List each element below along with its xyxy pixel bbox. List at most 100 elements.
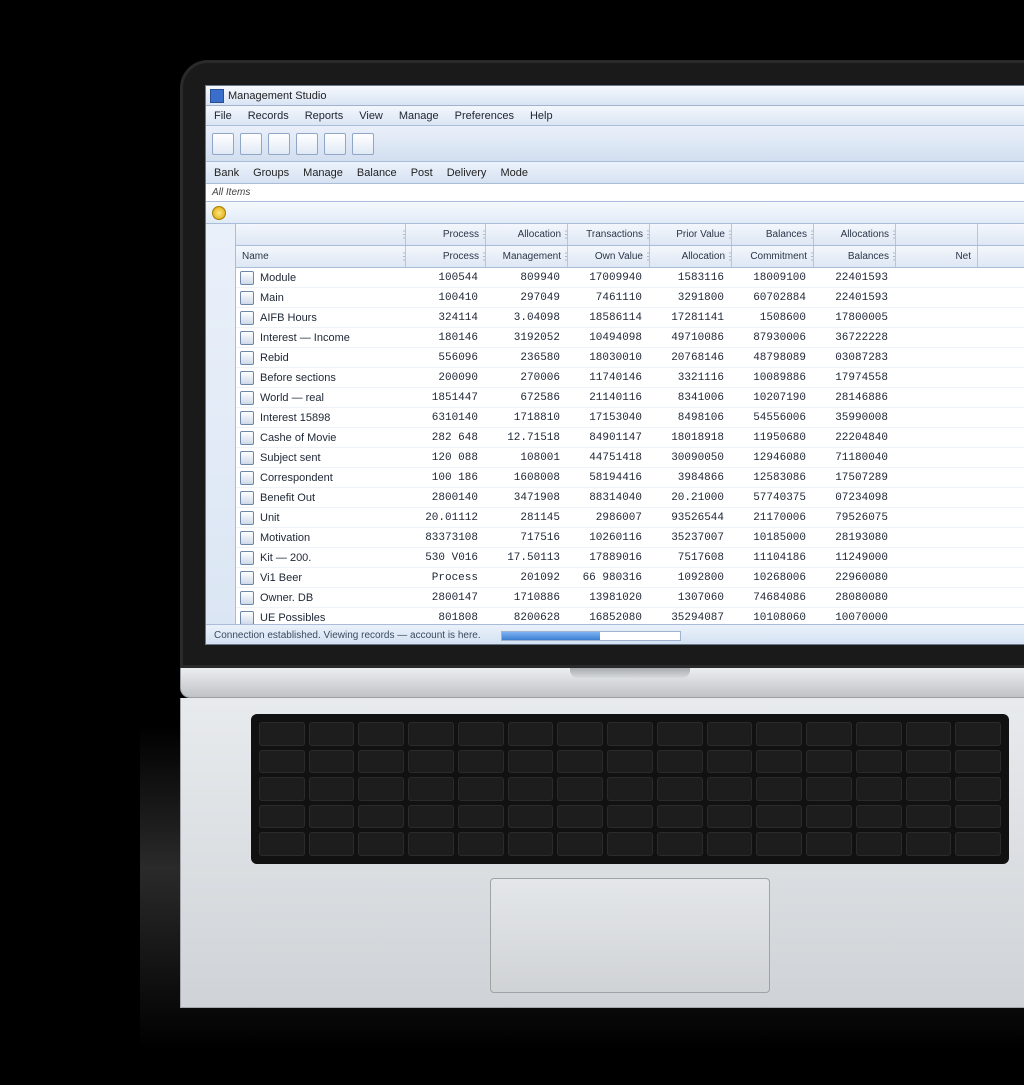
grid-header-upper: ⋮ Process⋮ Allocation⋮ Transactions⋮ Pri… — [236, 224, 1024, 246]
row-name: Module — [260, 272, 296, 284]
toolbar-icon-5[interactable] — [324, 133, 346, 155]
row-icon — [240, 511, 254, 525]
progress-bar — [501, 631, 681, 641]
menu-records[interactable]: Records — [248, 110, 289, 122]
cell-value: 16852080 — [568, 612, 650, 624]
table-row[interactable]: Unit20.011122811452986007935265442117000… — [236, 508, 1024, 528]
cell-value: 1092800 — [650, 572, 732, 584]
row-name: Cashe of Movie — [260, 432, 336, 444]
row-icon — [240, 411, 254, 425]
menu-manage[interactable]: Manage — [399, 110, 439, 122]
table-row[interactable]: Cashe of Movie282 64812.7151884901147180… — [236, 428, 1024, 448]
table-row[interactable]: Interest — Income18014631920521049409849… — [236, 328, 1024, 348]
toolbar-icon-1[interactable] — [212, 133, 234, 155]
row-name: AIFB Hours — [260, 312, 317, 324]
side-tree[interactable] — [206, 224, 236, 624]
menu-preferences[interactable]: Preferences — [455, 110, 514, 122]
table-row[interactable]: Subject sent120 088108001447514183009005… — [236, 448, 1024, 468]
cell-value: 07234098 — [814, 492, 896, 504]
table-row[interactable]: Owner. DB2800147171088613981020130706074… — [236, 588, 1024, 608]
cell-value: 1718810 — [486, 412, 568, 424]
col-commitment[interactable]: Commitment⋮ — [732, 246, 814, 267]
row-name: Kit — 200. — [260, 552, 311, 564]
col-own-value[interactable]: Own Value⋮ — [568, 246, 650, 267]
secondary-toolbar: Bank Groups Manage Balance Post Delivery… — [206, 162, 1024, 184]
tb2-balance[interactable]: Balance — [357, 167, 397, 179]
col-management[interactable]: Management⋮ — [486, 246, 568, 267]
table-row[interactable]: Interest 1589863101401718810171530408498… — [236, 408, 1024, 428]
title-bar[interactable]: Management Studio — [206, 86, 1024, 106]
cell-value: 7517608 — [650, 552, 732, 564]
toolbar-icon-6[interactable] — [352, 133, 374, 155]
toolbar-icon-4[interactable] — [296, 133, 318, 155]
cell-value: 21170006 — [732, 512, 814, 524]
table-row[interactable]: UE Possibles8018088200628168520803529408… — [236, 608, 1024, 624]
cell-value: 10268006 — [732, 572, 814, 584]
cell-value: 1608008 — [486, 472, 568, 484]
table-row[interactable]: Correspondent100 18616080085819441639848… — [236, 468, 1024, 488]
menu-view[interactable]: View — [359, 110, 383, 122]
row-icon — [240, 371, 254, 385]
cell-value: 79526075 — [814, 512, 896, 524]
table-row[interactable]: Module1005448099401700994015831161800910… — [236, 268, 1024, 288]
tb2-manage[interactable]: Manage — [303, 167, 343, 179]
table-row[interactable]: Motivation833731087175161026011635237007… — [236, 528, 1024, 548]
cell-value: 1710886 — [486, 592, 568, 604]
row-name: Interest 15898 — [260, 412, 330, 424]
table-row[interactable]: Vi1 BeerProcess20109266 9803161092800102… — [236, 568, 1024, 588]
col-process[interactable]: Process⋮ — [406, 246, 486, 267]
row-icon — [240, 491, 254, 505]
cell-value: 297049 — [486, 292, 568, 304]
group-header — [206, 202, 1024, 224]
cell-value: 1508600 — [732, 312, 814, 324]
tb2-groups[interactable]: Groups — [253, 167, 289, 179]
col-allocation[interactable]: Allocation⋮ — [650, 246, 732, 267]
table-row[interactable]: AIFB Hours3241143.0409818586114172811411… — [236, 308, 1024, 328]
table-row[interactable]: Before sections2000902700061174014633211… — [236, 368, 1024, 388]
row-icon — [240, 471, 254, 485]
cell-value: 18009100 — [732, 272, 814, 284]
cell-value: 100544 — [406, 272, 486, 284]
table-row[interactable]: Rebid55609623658018030010207681464879808… — [236, 348, 1024, 368]
cell-value: 60702884 — [732, 292, 814, 304]
table-row[interactable]: Kit — 200.530 V01617.5011317889016751760… — [236, 548, 1024, 568]
row-name: Benefit Out — [260, 492, 315, 504]
table-row[interactable]: World — real1851447672586211401168341006… — [236, 388, 1024, 408]
trackpad — [490, 878, 770, 993]
cell-value: 49710086 — [650, 332, 732, 344]
cell-value: 6310140 — [406, 412, 486, 424]
row-name: Vi1 Beer — [260, 572, 302, 584]
row-name: Interest — Income — [260, 332, 350, 344]
cell-value: 10494098 — [568, 332, 650, 344]
tb2-post[interactable]: Post — [411, 167, 433, 179]
col-name[interactable]: Name⋮ — [236, 246, 406, 267]
menu-reports[interactable]: Reports — [305, 110, 344, 122]
cell-value: 3291800 — [650, 292, 732, 304]
cell-value: 672586 — [486, 392, 568, 404]
cell-value: 10260116 — [568, 532, 650, 544]
cell-value: 1307060 — [650, 592, 732, 604]
tb2-mode[interactable]: Mode — [500, 167, 528, 179]
toolbar-icon-2[interactable] — [240, 133, 262, 155]
col-net[interactable]: Net — [896, 246, 978, 267]
row-icon — [240, 571, 254, 585]
cell-value: 2800140 — [406, 492, 486, 504]
toolbar-icon-3[interactable] — [268, 133, 290, 155]
table-row[interactable]: Benefit Out280014034719088831404020.2100… — [236, 488, 1024, 508]
row-icon — [240, 451, 254, 465]
cell-value: 200090 — [406, 372, 486, 384]
cell-value: 11249000 — [814, 552, 896, 564]
cell-value: 44751418 — [568, 452, 650, 464]
row-icon — [240, 311, 254, 325]
table-row[interactable]: Main100410297049746111032918006070288422… — [236, 288, 1024, 308]
cell-value: 3.04098 — [486, 312, 568, 324]
tb2-delivery[interactable]: Delivery — [447, 167, 487, 179]
row-icon — [240, 431, 254, 445]
cell-value: 66 980316 — [568, 572, 650, 584]
cell-value: 93526544 — [650, 512, 732, 524]
col-balances[interactable]: Balances⋮ — [814, 246, 896, 267]
tb2-bank[interactable]: Bank — [214, 167, 239, 179]
row-icon — [240, 611, 254, 625]
menu-file[interactable]: File — [214, 110, 232, 122]
menu-help[interactable]: Help — [530, 110, 553, 122]
